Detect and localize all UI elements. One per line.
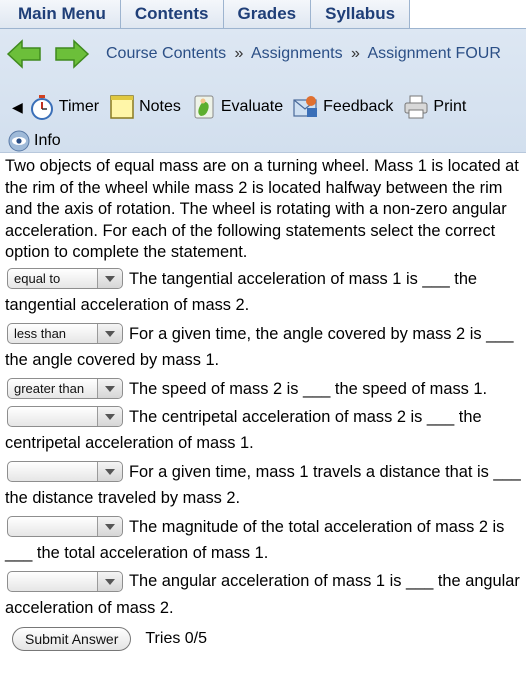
evaluate-label: Evaluate xyxy=(220,98,284,115)
timer-label: Timer xyxy=(58,98,100,115)
feedback-button[interactable]: Feedback xyxy=(293,94,393,120)
statement-text: The speed of mass 2 is ___ the speed of … xyxy=(129,379,488,398)
info-button[interactable]: Info xyxy=(8,130,61,152)
problem-intro: Two objects of equal mass are on a turni… xyxy=(5,157,519,262)
tab-syllabus[interactable]: Syllabus xyxy=(311,0,411,28)
feedback-icon xyxy=(293,96,318,117)
feedback-label: Feedback xyxy=(323,98,394,115)
stopwatch-icon xyxy=(30,95,53,120)
chevron-down-icon[interactable] xyxy=(97,269,122,289)
tool-row: ◀ Timer Notes Evaluate Feedback Print xyxy=(12,92,522,122)
info-eye-icon xyxy=(8,130,30,152)
statement-1: equal to The tangential acceleration of m… xyxy=(5,266,521,319)
menu-spacer xyxy=(410,0,526,28)
info-label: Info xyxy=(34,132,61,149)
tab-contents[interactable]: Contents xyxy=(120,0,224,28)
submit-row: Submit Answer Tries 0/5 xyxy=(5,627,521,652)
breadcrumb-row: Course Contents » Assignments » Assignme… xyxy=(6,37,522,71)
select-value: less than xyxy=(14,325,67,341)
evaluate-icon xyxy=(194,95,214,119)
print-label: Print xyxy=(433,98,467,115)
statement-5: For a given time, mass 1 travels a dista… xyxy=(5,459,521,512)
answer-select-6[interactable] xyxy=(7,515,123,537)
printer-icon xyxy=(404,95,428,119)
chevron-down-icon[interactable] xyxy=(97,571,122,591)
tries-counter: Tries 0/5 xyxy=(145,630,208,648)
answer-select-3[interactable]: greater than xyxy=(7,377,123,399)
chevron-down-icon[interactable] xyxy=(97,461,122,481)
notes-button[interactable]: Notes xyxy=(109,94,181,120)
answer-select-7[interactable] xyxy=(7,570,123,592)
statement-4: The centripetal acceleration of mass 2 i… xyxy=(5,404,521,457)
statement-6: The magnitude of the total acceleration … xyxy=(5,514,521,567)
breadcrumb-separator: » xyxy=(234,45,244,62)
timer-button[interactable]: Timer xyxy=(29,94,99,120)
select-value: greater than xyxy=(14,380,85,396)
statement-3: greater than The speed of mass 2 is ___ t… xyxy=(5,376,521,402)
answer-select-4[interactable] xyxy=(7,406,123,428)
statement-2: less than For a given time, the angle cov… xyxy=(5,321,521,374)
navigation-panel: Course Contents » Assignments » Assignme… xyxy=(0,29,526,153)
chevron-down-icon[interactable] xyxy=(97,516,122,536)
back-arrow-icon[interactable] xyxy=(6,39,42,69)
breadcrumb: Course Contents » Assignments » Assignme… xyxy=(106,45,501,63)
tab-main-menu[interactable]: Main Menu xyxy=(0,0,121,28)
submit-answer-button[interactable]: Submit Answer xyxy=(12,627,132,652)
breadcrumb-separator: » xyxy=(351,45,360,62)
breadcrumb-assignments[interactable]: Assignments xyxy=(251,45,343,62)
answer-select-2[interactable]: less than xyxy=(7,322,123,344)
chevron-down-icon[interactable] xyxy=(97,407,122,427)
collapse-triangle-icon[interactable]: ◀ xyxy=(12,99,23,116)
answer-select-1[interactable]: equal to xyxy=(7,268,123,290)
problem-content: Two objects of equal mass are on a turni… xyxy=(0,153,526,652)
notes-label: Notes xyxy=(139,98,181,115)
select-value: equal to xyxy=(14,271,61,287)
tab-grades[interactable]: Grades xyxy=(223,0,312,28)
breadcrumb-assignment-four[interactable]: Assignment FOUR xyxy=(368,45,501,62)
print-button[interactable]: Print xyxy=(403,94,466,120)
notes-icon xyxy=(110,95,134,119)
forward-arrow-icon[interactable] xyxy=(54,39,90,69)
chevron-down-icon[interactable] xyxy=(97,378,122,398)
chevron-down-icon[interactable] xyxy=(97,323,122,343)
breadcrumb-course-contents[interactable]: Course Contents xyxy=(106,45,226,62)
evaluate-button[interactable]: Evaluate xyxy=(191,94,283,120)
statement-7: The angular acceleration of mass 1 is __… xyxy=(5,568,521,621)
answer-select-5[interactable] xyxy=(7,460,123,482)
main-menu-bar: Main Menu Contents Grades Syllabus xyxy=(0,0,526,29)
